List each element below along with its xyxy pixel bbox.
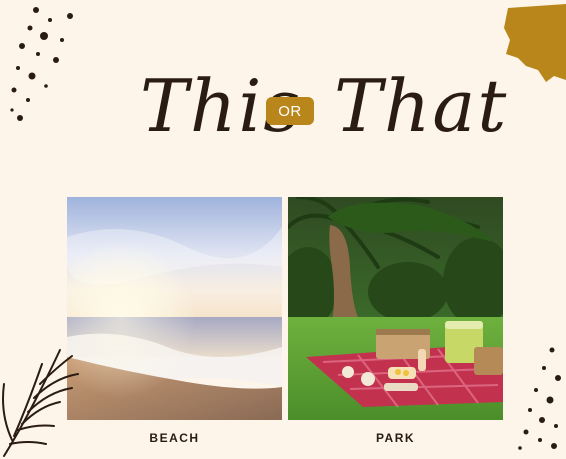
or-badge: OR (266, 97, 314, 125)
palm-leaf-line-art (2, 349, 79, 457)
gold-paint-stroke (504, 4, 566, 82)
option-label-park: PARK (375, 431, 416, 445)
title-that: That (334, 64, 509, 148)
beach-sunset-photo (67, 197, 282, 420)
dot-splatter-top-left (10, 7, 73, 121)
dot-splatter-bottom-right (518, 347, 561, 450)
park-picnic-photo (288, 197, 503, 420)
this-or-that-card: This OR That BEACH PARK (0, 0, 566, 459)
option-label-beach: BEACH (149, 431, 200, 445)
